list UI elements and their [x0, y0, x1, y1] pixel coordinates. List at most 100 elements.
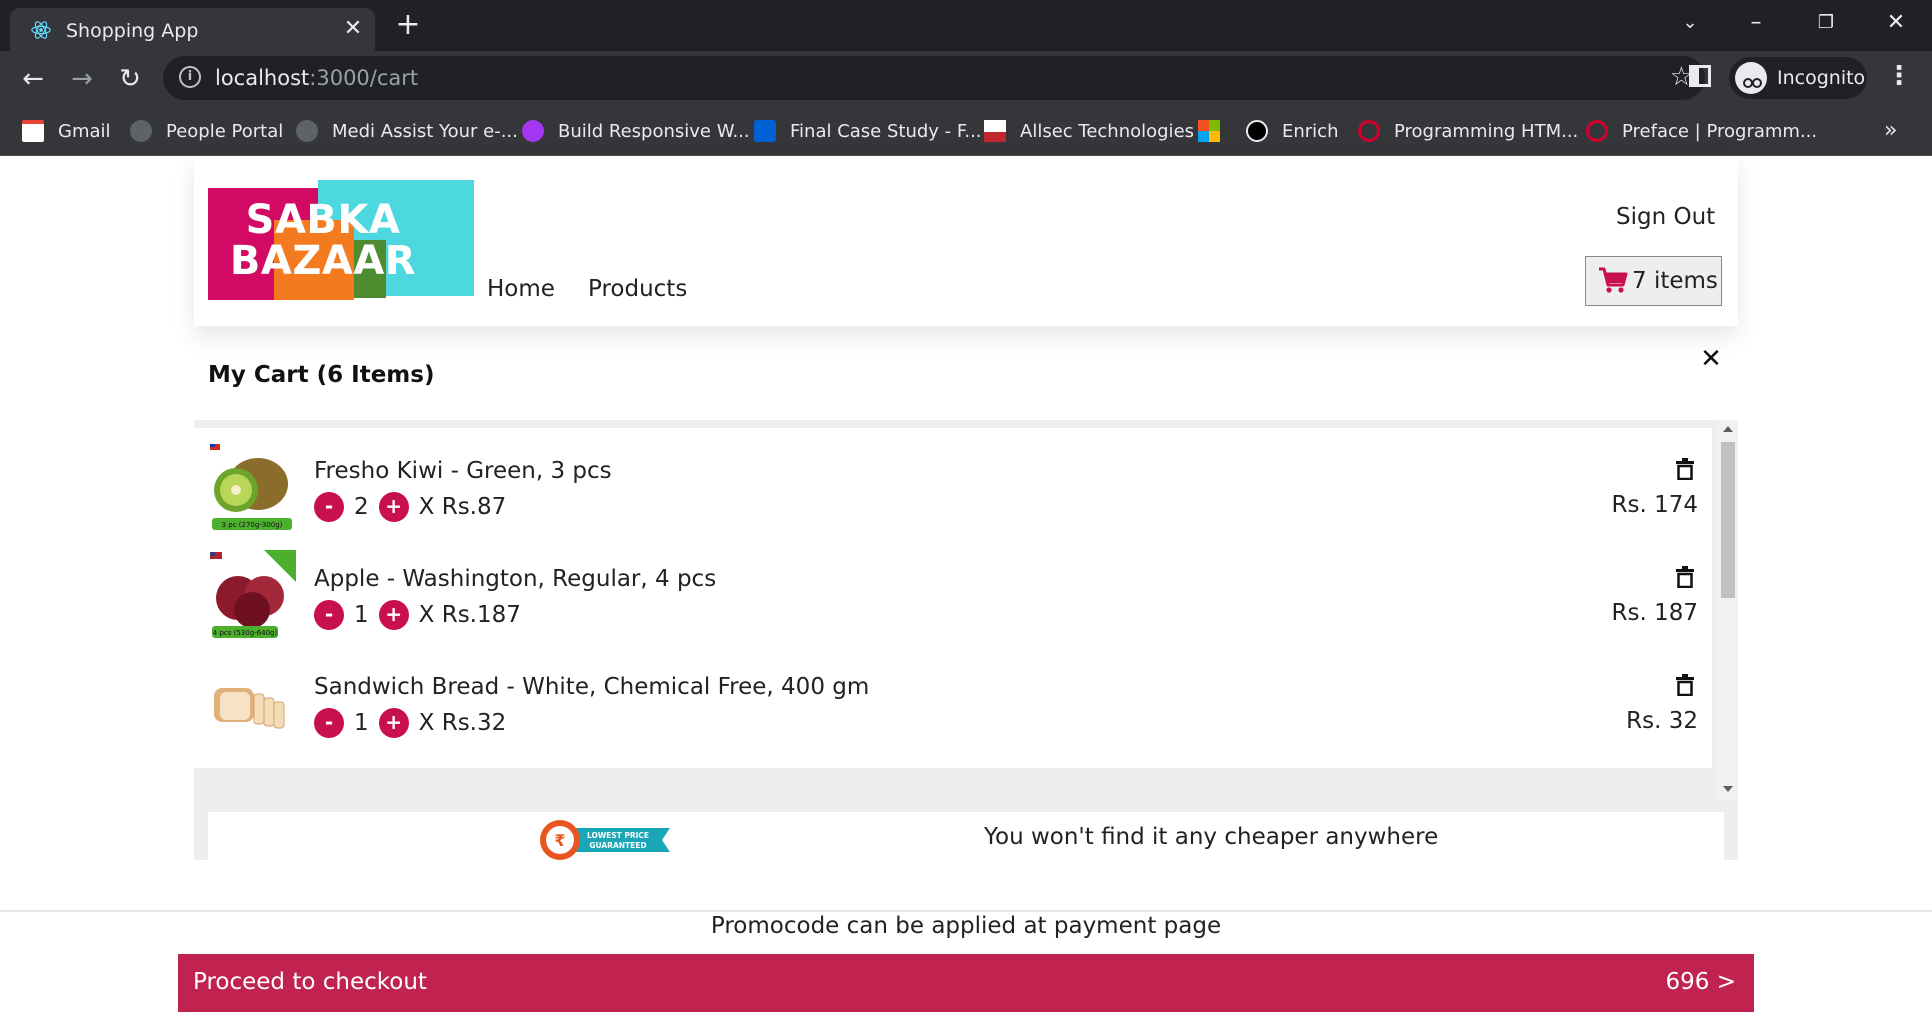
- bookmark-enrich[interactable]: Enrich: [1246, 118, 1339, 144]
- scroll-down-arrow-icon[interactable]: [1723, 786, 1733, 792]
- trash-icon[interactable]: [1676, 458, 1694, 480]
- badge-line-1: LOWEST PRICE: [587, 831, 649, 840]
- enrich-icon: [1246, 120, 1268, 142]
- decrease-qty-button[interactable]: -: [314, 708, 344, 738]
- price-guarantee-banner: ₹ LOWEST PRICE GUARANTEED You won't find…: [194, 800, 1738, 860]
- quantity-stepper: - 2 + X Rs.87: [314, 492, 506, 522]
- scrollbar-thumb[interactable]: [1721, 442, 1735, 598]
- bookmark-programming-html[interactable]: Programming HTM...: [1358, 118, 1578, 144]
- bookmark-label: Programming HTM...: [1394, 120, 1579, 142]
- checkout-amount: 696 >: [1665, 969, 1736, 995]
- scroll-up-arrow-icon[interactable]: [1723, 426, 1733, 432]
- item-unit-price: X Rs.87: [418, 494, 507, 520]
- url-host: localhost: [215, 66, 310, 90]
- globe-icon: [296, 120, 318, 142]
- incognito-label: Incognito: [1777, 67, 1866, 89]
- sign-out-link[interactable]: Sign Out: [1616, 204, 1715, 230]
- bookmark-label: People Portal: [166, 120, 284, 142]
- increase-qty-button[interactable]: +: [378, 600, 409, 630]
- svg-text:4 pcs (530g-640g): 4 pcs (530g-640g): [213, 629, 278, 637]
- checkout-button[interactable]: Proceed to checkout 696 >: [178, 954, 1754, 1012]
- promocode-note: Promocode can be applied at payment page: [710, 913, 1222, 939]
- site-info-icon[interactable]: i: [179, 66, 201, 88]
- cheaper-text: You won't find it any cheaper anywhere: [984, 824, 1439, 850]
- bookmark-preface[interactable]: Preface | Programm...: [1586, 118, 1817, 144]
- footer-divider: [0, 910, 1932, 912]
- tab-close-icon[interactable]: ✕: [340, 16, 366, 42]
- cart-item: 4 pcs (530g-640g) Apple - Washington, Re…: [194, 536, 1712, 660]
- sabka-bazaar-logo[interactable]: SABKA BAZAAR: [208, 180, 474, 300]
- cart-items-list[interactable]: 3 pc (270g-300g) Fresho Kiwi - Green, 3 …: [194, 428, 1712, 792]
- item-unit-price: X Rs.187: [418, 602, 521, 628]
- oreilly-icon: [1358, 120, 1380, 142]
- nav-home-link[interactable]: Home: [487, 276, 555, 302]
- restore-icon[interactable]: ❐: [1806, 6, 1846, 40]
- window-close-icon[interactable]: ✕: [1876, 6, 1916, 40]
- bookmarks-more-icon[interactable]: »: [1884, 118, 1897, 143]
- tab-search-icon[interactable]: ⌄: [1670, 6, 1710, 40]
- forward-arrow-icon[interactable]: →: [64, 61, 100, 97]
- decrease-qty-button[interactable]: -: [314, 492, 344, 522]
- gmail-icon: [22, 120, 44, 142]
- tab-title: Shopping App: [66, 20, 199, 42]
- lowest-price-badge-icon: ₹ LOWEST PRICE GUARANTEED: [540, 820, 670, 860]
- side-panel-icon[interactable]: [1689, 65, 1711, 87]
- bookmark-people-portal[interactable]: People Portal: [130, 118, 283, 144]
- cart-count: 7 items: [1632, 268, 1718, 294]
- trash-icon[interactable]: [1676, 566, 1694, 588]
- microsoft-icon: [1198, 120, 1220, 142]
- trash-icon[interactable]: [1676, 674, 1694, 696]
- bookmark-label: Medi Assist Your e-...: [332, 120, 518, 142]
- cart-item: Sandwich Bread - White, Chemical Free, 4…: [194, 644, 1712, 768]
- back-arrow-icon[interactable]: ←: [15, 61, 51, 97]
- bookmark-final-case-study[interactable]: Final Case Study - F...: [754, 118, 982, 144]
- bread-product-image: [214, 688, 285, 729]
- url-text[interactable]: localhost:3000/cart: [215, 66, 418, 90]
- kiwi-product-image: 3 pc (270g-300g): [210, 444, 292, 530]
- close-cart-icon[interactable]: ✕: [1697, 344, 1725, 374]
- oreilly-icon: [1586, 120, 1608, 142]
- incognito-indicator[interactable]: Incognito: [1729, 57, 1867, 99]
- bookmark-gmail[interactable]: Gmail: [22, 118, 111, 144]
- price-guarantee-card: ₹ LOWEST PRICE GUARANTEED You won't find…: [208, 812, 1724, 860]
- decrease-qty-button[interactable]: -: [314, 600, 344, 630]
- bookmark-label: Allsec Technologies: [1020, 120, 1195, 142]
- bookmark-medi-assist[interactable]: Medi Assist Your e-...: [296, 118, 518, 144]
- address-bar[interactable]: i localhost:3000/cart ☆: [163, 56, 1705, 100]
- bookmark-microsoft[interactable]: [1198, 118, 1228, 144]
- udemy-icon: [522, 120, 544, 142]
- browser-tab-bar: Shopping App ✕ + ⌄ – ❐ ✕: [0, 0, 1932, 51]
- new-tab-button[interactable]: +: [392, 10, 424, 42]
- item-total: Rs. 174: [1611, 492, 1699, 518]
- bookmark-label: Preface | Programm...: [1622, 120, 1818, 142]
- quantity-stepper: - 1 + X Rs.32: [314, 708, 506, 738]
- allsec-icon: [984, 120, 1006, 142]
- item-quantity: 2: [354, 494, 369, 520]
- bookmark-label: Final Case Study - F...: [790, 120, 982, 142]
- browser-toolbar: ← → ↻ i localhost:3000/cart ☆ Incognito …: [0, 51, 1932, 106]
- badge-line-2: GUARANTEED: [589, 841, 646, 850]
- nav-products-link[interactable]: Products: [588, 276, 687, 302]
- browser-menu-icon[interactable]: ⋮: [1886, 61, 1912, 91]
- bookmark-allsec[interactable]: Allsec Technologies: [984, 118, 1194, 144]
- item-total: Rs. 32: [1626, 708, 1698, 734]
- logo-line-1: SABKA: [245, 197, 401, 243]
- item-total: Rs. 187: [1611, 600, 1699, 626]
- bookmark-build-responsive[interactable]: Build Responsive W...: [522, 118, 750, 144]
- minimize-icon[interactable]: –: [1736, 6, 1776, 40]
- cart-item: 3 pc (270g-300g) Fresho Kiwi - Green, 3 …: [194, 428, 1712, 552]
- url-path: :3000/cart: [309, 66, 419, 90]
- item-name: Sandwich Bread - White, Chemical Free, 4…: [314, 674, 870, 700]
- cart-icon: [1599, 267, 1628, 293]
- reload-icon[interactable]: ↻: [112, 61, 148, 97]
- increase-qty-button[interactable]: +: [378, 492, 409, 522]
- browser-tab[interactable]: Shopping App ✕: [10, 8, 375, 51]
- cart-scrollbar[interactable]: [1718, 420, 1738, 800]
- cart-title: My Cart (6 Items): [208, 362, 435, 388]
- globe-icon: [130, 120, 152, 142]
- box-icon: [754, 120, 776, 142]
- cart-button[interactable]: 7 items: [1585, 256, 1722, 306]
- increase-qty-button[interactable]: +: [378, 708, 409, 738]
- svg-text:₹: ₹: [554, 831, 565, 850]
- incognito-icon: [1735, 62, 1767, 94]
